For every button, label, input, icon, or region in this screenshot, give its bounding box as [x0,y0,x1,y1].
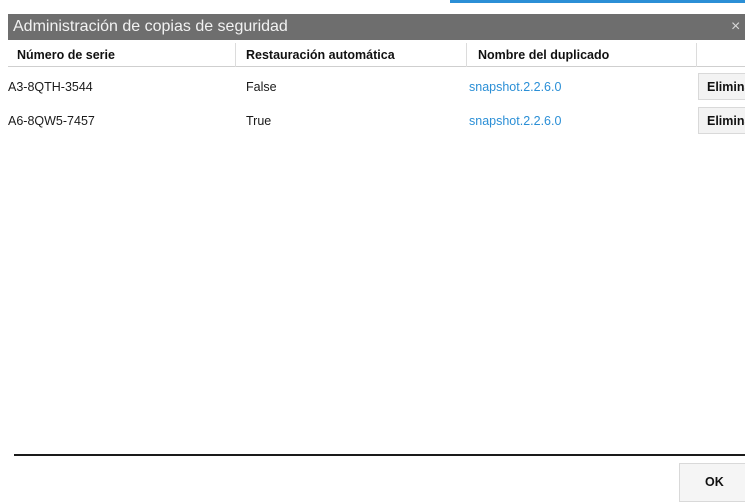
column-separator [466,43,467,67]
table-row: A6-8QW5-7457 True snapshot.2.2.6.0 Elimi… [0,104,745,138]
duplicate-name-link[interactable]: snapshot.2.2.6.0 [469,104,561,138]
column-separator [696,43,697,67]
serial-cell: A6-8QW5-7457 [8,114,95,128]
serial-cell: A3-8QTH-3544 [8,80,93,94]
table-header: Número de serie Restauración automática … [8,43,745,67]
delete-button[interactable]: Eliminar [698,107,745,134]
column-header-duplicate-name[interactable]: Nombre del duplicado [478,43,609,67]
footer-divider [14,454,745,456]
backup-management-dialog: Administración de copias de seguridad × … [0,0,745,502]
column-header-serial[interactable]: Número de serie [17,43,115,67]
auto-restore-cell: True [246,114,272,128]
column-separator [235,43,236,67]
close-icon[interactable]: × [731,14,745,40]
table-row: A3-8QTH-3544 False snapshot.2.2.6.0 Elim… [0,70,745,104]
dialog-title: Administración de copias de seguridad [13,18,288,35]
column-header-auto-restore[interactable]: Restauración automática [246,43,395,67]
top-accent-bar [450,0,745,3]
duplicate-name-link[interactable]: snapshot.2.2.6.0 [469,70,561,104]
auto-restore-cell: False [246,80,277,94]
dialog-titlebar: Administración de copias de seguridad × [8,14,745,40]
delete-button[interactable]: Eliminar [698,73,745,100]
ok-button[interactable]: OK [679,463,745,502]
